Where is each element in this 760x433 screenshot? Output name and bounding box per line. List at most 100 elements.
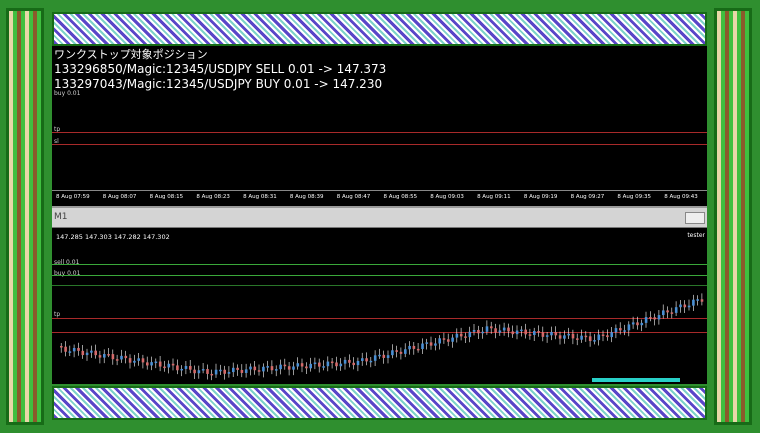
candle-body — [236, 367, 239, 370]
time-tick-label: 8 Aug 09:19 — [523, 194, 558, 200]
candle-body — [115, 359, 119, 361]
candle-body — [490, 326, 493, 329]
candle-body — [107, 354, 110, 356]
candle-body — [270, 366, 274, 371]
candle-body — [94, 350, 97, 356]
candle-body — [124, 355, 128, 359]
candle-body — [687, 305, 691, 308]
candle-body — [451, 337, 454, 342]
candle-body — [184, 366, 188, 369]
candle-body — [606, 335, 609, 338]
candle-body — [399, 351, 403, 354]
candle-body — [528, 334, 532, 336]
candle-body — [150, 362, 153, 366]
candle-body — [627, 324, 631, 331]
candle-body — [391, 350, 394, 356]
candle-body — [421, 343, 424, 349]
candle-body — [554, 332, 558, 336]
candle-body — [434, 343, 437, 346]
candle-body — [416, 348, 420, 351]
pane-separator[interactable]: M1 — [52, 206, 707, 228]
candle-body — [361, 358, 364, 361]
candle-body — [507, 327, 510, 332]
candle-body — [167, 363, 171, 368]
candle-body — [696, 299, 699, 301]
candle-body — [81, 350, 85, 356]
time-tick-label: 8 Aug 08:07 — [102, 194, 137, 200]
candle-body — [322, 366, 325, 368]
candle-body — [356, 360, 360, 366]
candle-body — [154, 361, 158, 364]
candle-body — [378, 354, 381, 357]
candle-body — [700, 299, 704, 302]
candle-body — [120, 355, 123, 360]
candle-body — [133, 360, 136, 363]
candle-body — [425, 342, 429, 344]
candle-body — [90, 350, 93, 353]
candle-body — [206, 369, 209, 374]
candle-body — [550, 332, 553, 336]
candle-body — [201, 369, 205, 371]
time-tick-label: 8 Aug 07:59 — [56, 194, 90, 200]
candle-body — [614, 328, 618, 333]
candle-body — [455, 333, 459, 338]
candle-body — [412, 345, 416, 349]
candle-body — [98, 355, 102, 358]
candle-body — [404, 349, 407, 354]
timeframe-label: M1 — [54, 212, 68, 222]
frame-border-left — [6, 8, 44, 425]
time-axis: 8 Aug 07:59 8 Aug 08:07 8 Aug 08:15 8 Aug 0… — [52, 190, 707, 207]
candle-body — [219, 369, 222, 372]
candle-body — [279, 364, 282, 370]
candle-body — [498, 330, 502, 333]
candle-body — [72, 347, 76, 352]
candle-body — [193, 369, 196, 374]
lower-chart-pane[interactable]: 147.285 147.303 147.282 147.302 tester s… — [52, 228, 707, 384]
candle-body — [429, 342, 433, 346]
candle-body — [253, 366, 257, 371]
candle-body — [343, 359, 347, 364]
candle-body — [520, 329, 523, 332]
time-tick-label: 8 Aug 08:15 — [149, 194, 184, 200]
candlestick-series — [60, 293, 704, 382]
candle-body — [163, 366, 166, 369]
minimize-icon[interactable] — [685, 212, 705, 224]
candle-body — [494, 328, 497, 333]
position-line-buy: 133297043/Magic:12345/USDJPY BUY 0.01 ->… — [54, 77, 383, 91]
candle-body — [683, 304, 687, 308]
time-tick-label: 8 Aug 09:11 — [477, 194, 511, 200]
candle-body — [373, 355, 377, 361]
upper-tp-line[interactable] — [52, 132, 707, 133]
candle-body — [313, 362, 317, 365]
candle-body — [597, 334, 601, 341]
candle-body — [653, 317, 656, 320]
upper-chart-pane[interactable]: ワンクストップ対象ポジション 133296850/Magic:12345/USD… — [52, 46, 707, 206]
candle-body — [382, 354, 386, 358]
chart-window[interactable]: ワンクストップ対象ポジション 133296850/Magic:12345/USD… — [52, 46, 707, 384]
candle-body — [438, 338, 441, 344]
candle-body — [640, 322, 644, 326]
candle-body — [442, 338, 446, 340]
candle-body — [563, 335, 566, 339]
upper-sl-line[interactable] — [52, 144, 707, 145]
candle-body — [649, 317, 652, 319]
frame-border-right — [714, 8, 752, 425]
candle-body — [386, 355, 390, 358]
candle-body — [447, 339, 450, 342]
candle-body — [631, 322, 635, 325]
candle-body — [214, 369, 218, 375]
candle-body — [537, 330, 540, 333]
candle-body — [511, 331, 515, 335]
time-tick-label: 8 Aug 08:47 — [336, 194, 371, 200]
candle-body — [103, 354, 106, 358]
time-tick-label: 8 Aug 08:39 — [289, 194, 324, 200]
candle-body — [644, 317, 648, 323]
indicator-bar — [592, 378, 680, 382]
candle-body — [283, 364, 287, 367]
candle-body — [571, 333, 575, 339]
candle-body — [309, 363, 312, 369]
time-tick-label: 8 Aug 09:27 — [570, 194, 605, 200]
candle-body — [266, 366, 269, 368]
candle-body — [223, 369, 226, 374]
candle-body — [502, 327, 506, 331]
